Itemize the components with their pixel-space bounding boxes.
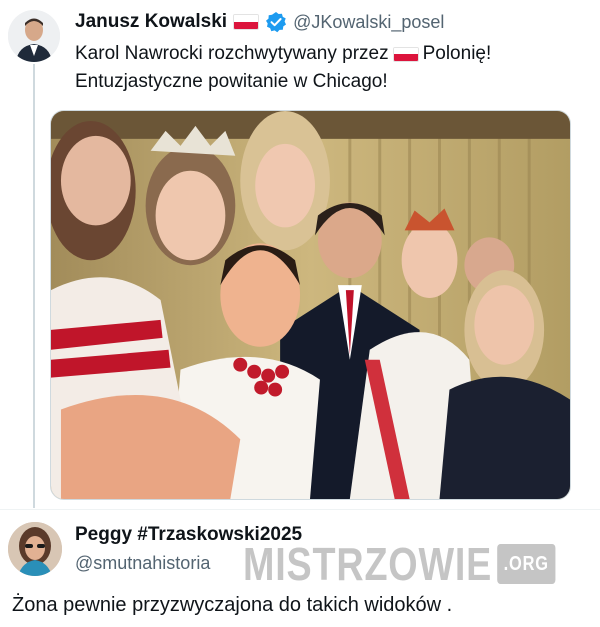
tweet-text-part: Karol Nawrocki rozchwytywany przez xyxy=(75,43,389,64)
polish-flag-icon xyxy=(233,14,260,30)
tweet-text-line-1: Karol Nawrocki rozchwytywany przez Polon… xyxy=(75,40,575,68)
polish-flag-icon xyxy=(392,46,419,62)
reply-avatar[interactable] xyxy=(8,522,62,576)
tweet-divider xyxy=(0,509,600,510)
author-handle[interactable]: @JKowalski_posel xyxy=(293,12,444,33)
author-name[interactable]: Janusz Kowalski xyxy=(75,11,227,33)
tweet-text: Karol Nawrocki rozchwytywany przez Polon… xyxy=(75,40,575,96)
watermark-text: MISTRZOWIE xyxy=(243,538,493,590)
reply-text: Żona pewnie przyzwyczajona do takich wid… xyxy=(12,594,453,616)
site-watermark: MISTRZOWIE .ORG xyxy=(243,538,556,590)
tweet-text-line-2: Entuzjastyczne powitanie w Chicago! xyxy=(75,71,388,92)
tweet-photo[interactable] xyxy=(50,110,571,500)
reply-author-handle[interactable]: @smutnahistoria xyxy=(75,553,210,574)
tweet-text-part: Polonię! xyxy=(422,43,492,64)
verified-badge-icon xyxy=(266,12,287,33)
tweet-header: Janusz Kowalski @JKowalski_posel xyxy=(75,8,444,36)
watermark-suffix: .ORG xyxy=(497,544,556,584)
thread-connector-line xyxy=(33,64,35,508)
author-avatar[interactable] xyxy=(8,10,60,62)
